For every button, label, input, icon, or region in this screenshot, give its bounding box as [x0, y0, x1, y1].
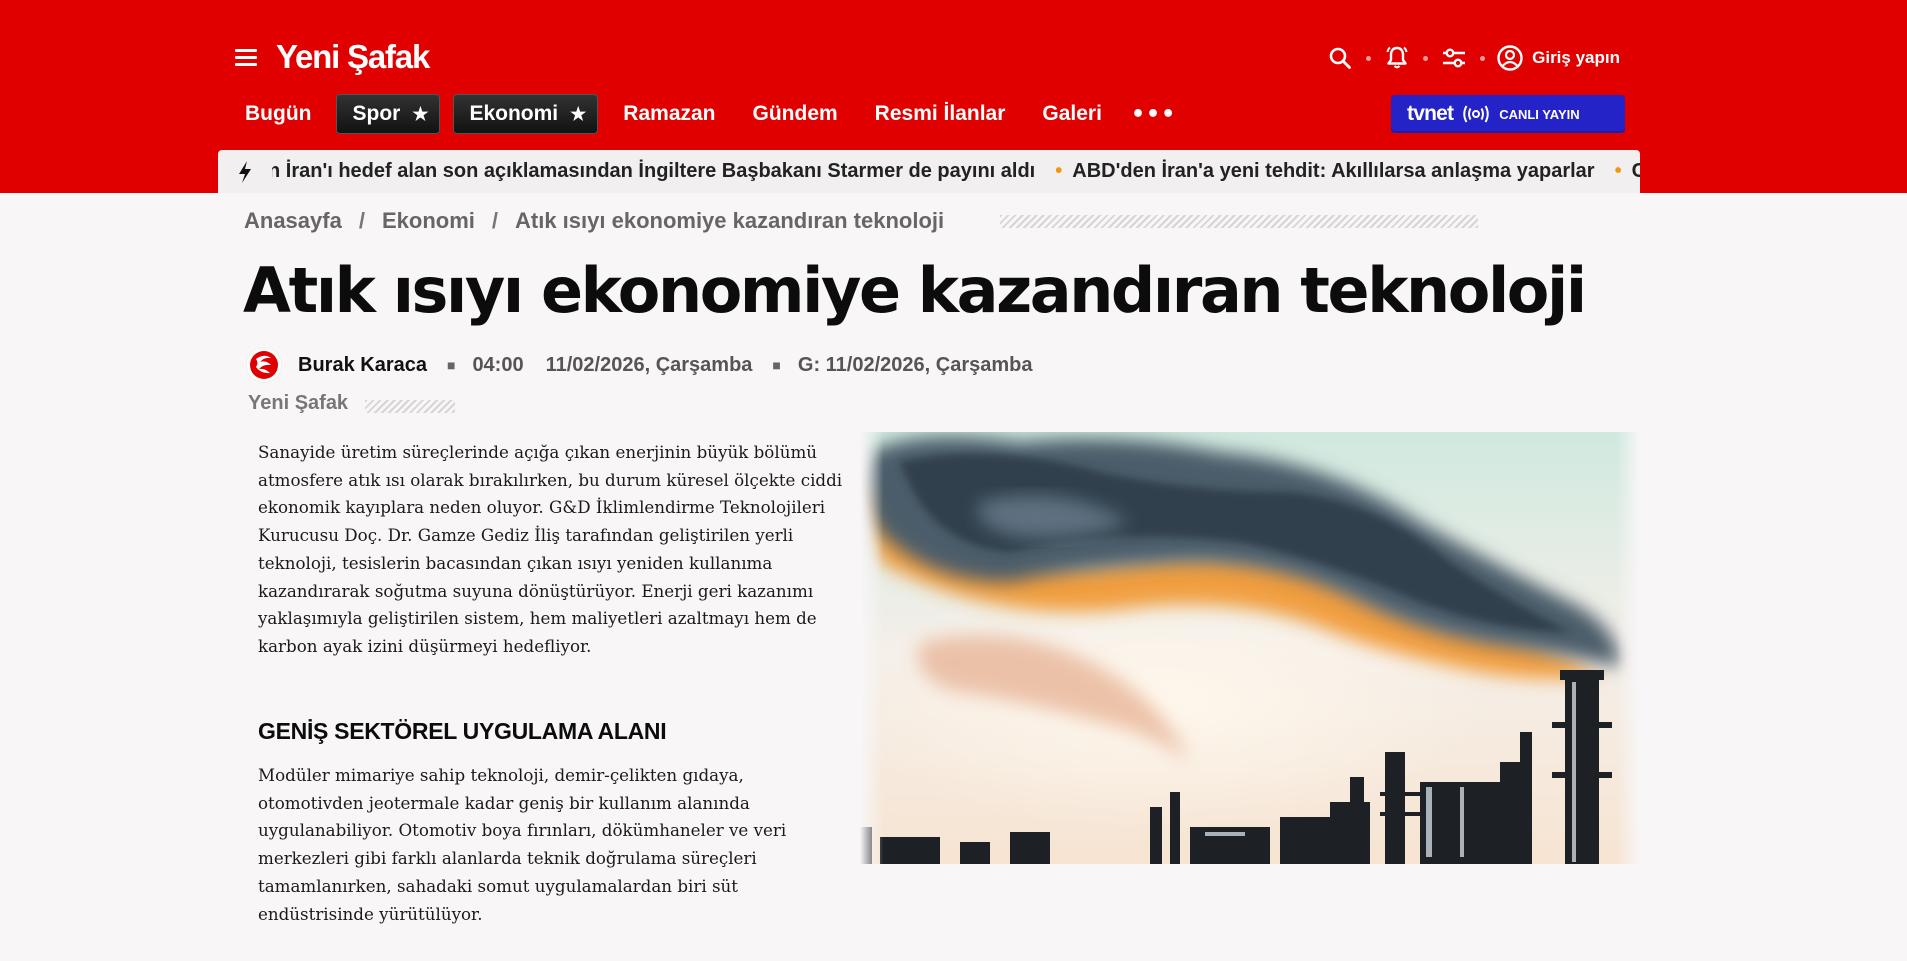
ticker-dot: • [1055, 160, 1063, 182]
separator-dot [1366, 55, 1372, 61]
filter-icon[interactable] [1437, 41, 1471, 75]
article-hero-image[interactable] [860, 432, 1640, 864]
live-stream-button[interactable]: tvnet CANLI YAYIN [1391, 95, 1625, 133]
separator-dot [1423, 55, 1429, 61]
ticker-track: n İran'ı hedef alan son açıklamasından İ… [272, 150, 1640, 193]
breadcrumb-category[interactable]: Ekonomi [382, 208, 475, 234]
main-nav: Bugün Spor ★ Ekonomi ★ Ramazan Gündem Resm… [233, 94, 1176, 134]
live-label: CANLI YAYIN [1499, 106, 1580, 122]
publish-time: 04:00 [472, 353, 524, 376]
article-title: Atık ısıyı ekonomiye kazandıran teknoloj… [243, 254, 1587, 327]
meta-separator: ■ [772, 357, 781, 373]
article-source: Yeni Şafak [248, 392, 349, 414]
nav-label: Spor [352, 102, 401, 125]
menu-icon[interactable] [235, 49, 257, 67]
bolt-icon [218, 150, 272, 193]
decorative-hatch [1000, 215, 1478, 228]
nav-label: Gündem [752, 102, 838, 125]
nav-label: Ekonomi [469, 102, 559, 125]
site-logo[interactable]: Yeni Şafak [276, 38, 430, 76]
updated-date: G: 11/02/2026, Çarşamba [797, 353, 1033, 376]
nav-item-ekonomi[interactable]: Ekonomi ★ [453, 94, 599, 134]
section-heading: GENİŞ SEKTÖREL UYGULAMA ALANI [258, 718, 667, 744]
publish-date: 11/02/2026, Çarşamba [545, 353, 753, 376]
nav-label: Bugün [245, 102, 312, 125]
ticker-dot: • [1614, 160, 1622, 182]
breadcrumb: Anasayfa / Ekonomi / Atık ısıyı ekonomiy… [244, 206, 944, 236]
article-meta: Burak Karaca ■ 04:00 11/02/2026, Çarşamb… [246, 347, 1033, 383]
breadcrumb-separator: / [358, 208, 365, 233]
tvnet-logo: tvnet [1407, 102, 1454, 125]
decorative-hatch [365, 400, 455, 413]
breadcrumb-current: Atık ısıyı ekonomiye kazandıran teknoloj… [515, 208, 945, 233]
nav-item-bugun[interactable]: Bugün [233, 94, 323, 134]
user-circle-icon [1497, 45, 1523, 71]
ticker-item[interactable]: ABD'den İran'a yeni tehdit: Akıllılarsa … [1072, 160, 1594, 183]
ticker-item[interactable]: n İran'ı hedef alan son açıklamasından İ… [272, 160, 1035, 183]
star-icon: ★ [412, 104, 429, 124]
breadcrumb-separator: / [491, 208, 498, 233]
breadcrumb-home[interactable]: Anasayfa [244, 208, 342, 234]
nav-item-ramazan[interactable]: Ramazan [611, 94, 727, 134]
author-name[interactable]: Burak Karaca [298, 354, 427, 377]
nav-label: Resmi İlanlar [874, 102, 1006, 125]
nav-item-gundem[interactable]: Gündem [741, 94, 850, 134]
header-actions: Giriş yapın [1323, 40, 1620, 76]
search-icon[interactable] [1323, 41, 1357, 75]
nav-item-galeri[interactable]: Galeri [1030, 94, 1114, 134]
meta-separator: ■ [446, 357, 456, 373]
nav-item-spor[interactable]: Spor ★ [336, 94, 441, 134]
article-paragraph: Modüler mimariye sahip teknoloji, demir-… [258, 765, 787, 924]
article-paragraph: Sanayide üretim süreçlerinde açığa çıkan… [258, 442, 843, 656]
nav-label: Ramazan [623, 102, 716, 125]
nav-item-resmi-ilanlar[interactable]: Resmi İlanlar [863, 94, 1018, 134]
login-label: Giriş yapın [1532, 48, 1620, 67]
ticker-item[interactable]: Cu [1632, 160, 1640, 183]
nav-label: Galeri [1042, 102, 1102, 125]
star-icon: ★ [570, 104, 587, 124]
news-ticker: n İran'ı hedef alan son açıklamasından İ… [218, 150, 1640, 193]
bell-icon[interactable] [1380, 41, 1414, 75]
login-button[interactable]: Giriş yapın [1496, 44, 1620, 72]
broadcast-icon [1463, 105, 1489, 123]
more-menu-button[interactable]: ••• [1127, 102, 1176, 127]
author-avatar[interactable] [246, 347, 282, 383]
separator-dot [1480, 55, 1486, 61]
